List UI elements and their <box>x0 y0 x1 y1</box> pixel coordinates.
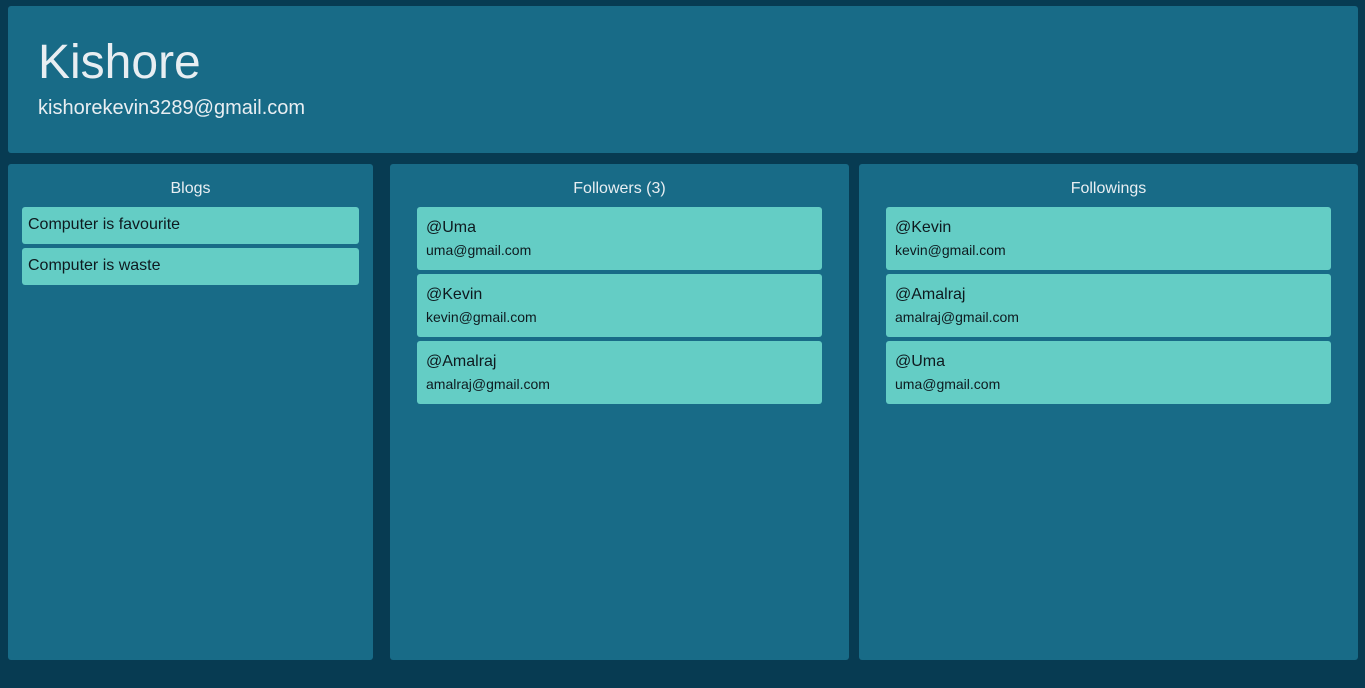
follower-card[interactable]: @Uma uma@gmail.com <box>417 207 822 270</box>
user-handle: @Kevin <box>426 286 483 303</box>
following-card[interactable]: @Kevin kevin@gmail.com <box>886 207 1331 270</box>
followings-list: @Kevin kevin@gmail.com @Amalraj amalraj@… <box>886 207 1331 408</box>
followings-panel: Followings @Kevin kevin@gmail.com @Amalr… <box>859 164 1358 660</box>
user-handle: @Kevin <box>895 219 952 236</box>
user-email: uma@gmail.com <box>895 376 1001 392</box>
following-card[interactable]: @Amalraj amalraj@gmail.com <box>886 274 1331 337</box>
user-handle: @Amalraj <box>895 286 966 303</box>
blogs-title: Blogs <box>170 180 211 197</box>
followers-list: @Uma uma@gmail.com @Kevin kevin@gmail.co… <box>417 207 822 408</box>
profile-email: kishorekevin3289@gmail.com <box>38 97 306 119</box>
user-email: amalraj@gmail.com <box>426 376 550 392</box>
blogs-panel: Blogs Computer is favourite Computer is … <box>8 164 373 660</box>
follower-card[interactable]: @Amalraj amalraj@gmail.com <box>417 341 822 404</box>
follower-card[interactable]: @Kevin kevin@gmail.com <box>417 274 822 337</box>
user-email: kevin@gmail.com <box>895 242 1006 258</box>
user-handle: @Uma <box>895 353 946 370</box>
following-card[interactable]: @Uma uma@gmail.com <box>886 341 1331 404</box>
user-handle: @Uma <box>426 219 477 236</box>
profile-name: Kishore <box>38 36 201 89</box>
followers-panel: Followers (3) @Uma uma@gmail.com @Kevin … <box>390 164 849 660</box>
user-email: kevin@gmail.com <box>426 309 537 325</box>
user-email: amalraj@gmail.com <box>895 309 1019 325</box>
user-email: uma@gmail.com <box>426 242 532 258</box>
blog-item[interactable]: Computer is waste <box>22 248 359 285</box>
blog-item[interactable]: Computer is favourite <box>22 207 359 244</box>
user-handle: @Amalraj <box>426 353 497 370</box>
followers-title: Followers (3) <box>573 180 666 197</box>
profile-header: Kishore kishorekevin3289@gmail.com <box>8 6 1358 153</box>
blog-list: Computer is favourite Computer is waste <box>22 207 359 289</box>
followings-title: Followings <box>1070 180 1147 197</box>
